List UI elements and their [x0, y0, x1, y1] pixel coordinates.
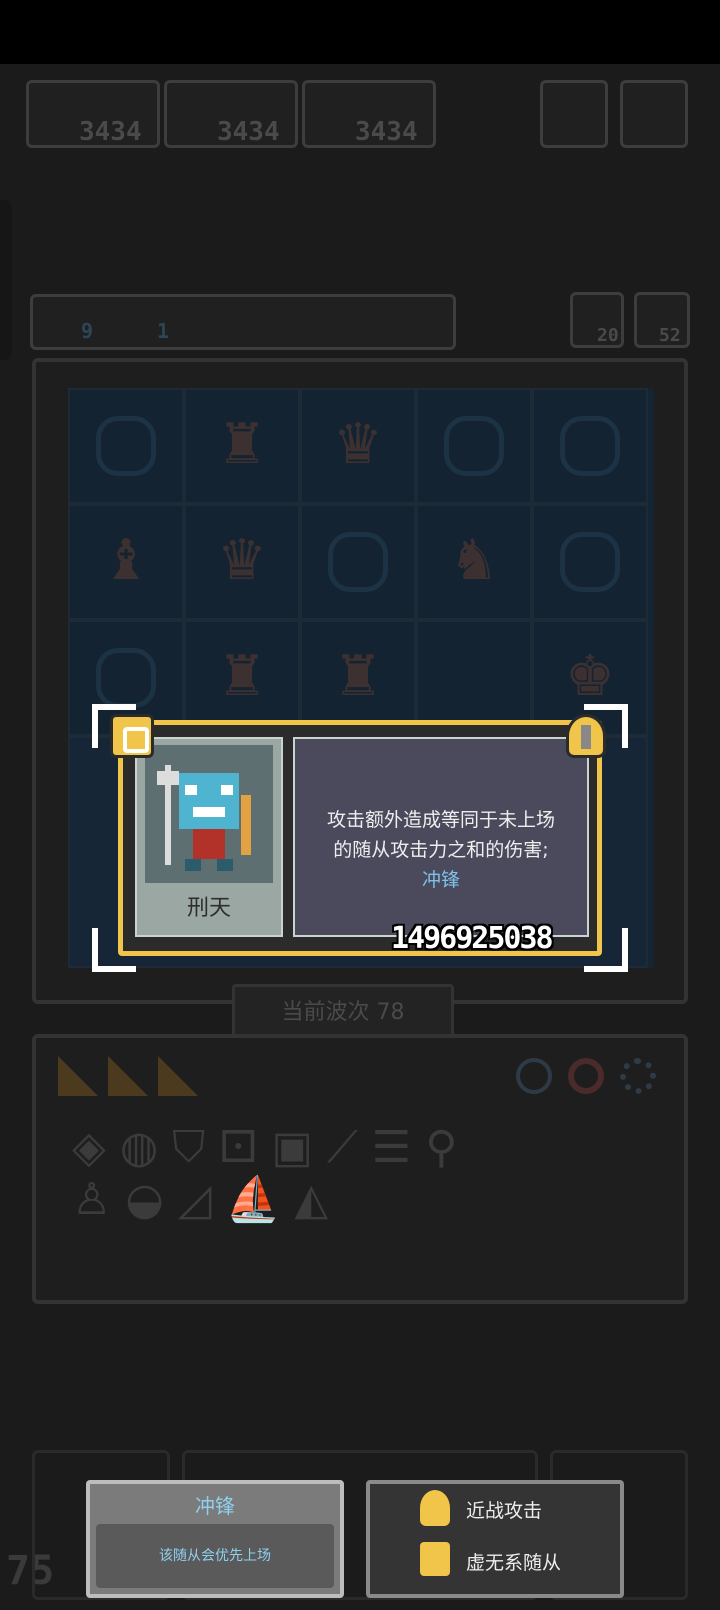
item-icon[interactable]: ◈ ◍ ⛉ ⚀ ▣ ⟋ ☰ ⚲ [72, 1122, 457, 1173]
refresh-count: 20 [597, 325, 619, 346]
board-cell[interactable] [416, 620, 532, 736]
keyword-description: 该随从会优先上场 [159, 1548, 271, 1564]
resource-count-2: 1 [157, 319, 170, 343]
unit-description: 攻击额外造成等同于未上场 的随从攻击力之和的伤害; 冲锋 [299, 805, 583, 895]
unit-portrait-frame: 刑天 [135, 737, 283, 937]
melee-attack-label: 近战攻击 [466, 1500, 543, 1522]
wave-label: 当前波次 78 [281, 1000, 405, 1025]
empty-slot-icon [96, 416, 156, 476]
item-row: ◈ ◍ ⛉ ⚀ ▣ ⟋ ☰ ⚲ ♙ ◒ ◿ ⛵ ◭ [72, 1122, 662, 1282]
void-icon [420, 1542, 450, 1576]
ticket-icon[interactable] [158, 1056, 198, 1096]
board-cell[interactable] [532, 504, 648, 620]
description-line-1: 攻击额外造成等同于未上场 [326, 809, 555, 831]
board-cell[interactable]: ♛ [300, 388, 416, 504]
board-cell[interactable] [532, 388, 648, 504]
gear-icon[interactable] [620, 1058, 656, 1094]
unit-power-3: 3434 [355, 117, 418, 147]
keyword-desc-box: 该随从会优先上场 [96, 1524, 334, 1588]
tag-tooltip: 近战攻击 虚无系随从 [366, 1480, 624, 1598]
board-cell[interactable] [68, 388, 184, 504]
void-minion-label: 虚无系随从 [466, 1552, 562, 1574]
ticket-icon[interactable] [58, 1056, 98, 1096]
empty-slot-icon [560, 416, 620, 476]
ticket-icon[interactable] [108, 1056, 148, 1096]
empty-slot-icon [444, 416, 504, 476]
unit-power-value: 1496925038 [391, 921, 554, 956]
empty-slot-icon [328, 532, 388, 592]
keyword-title: 冲锋 [195, 1494, 235, 1518]
board-cell[interactable]: ♛ [184, 504, 300, 620]
description-keyword[interactable]: 冲锋 [422, 869, 460, 891]
help-button[interactable] [540, 80, 608, 148]
board-cell[interactable]: ♞ [416, 504, 532, 620]
unit-portrait [145, 745, 273, 883]
melee-icon [420, 1490, 450, 1526]
item-icon[interactable]: ♙ ◒ ◿ ⛵ ◭ [72, 1174, 328, 1225]
unit-slot-3[interactable]: 3434 [302, 80, 436, 148]
upgrade-button[interactable]: 52 [634, 292, 690, 348]
unit-description-panel: 攻击额外造成等同于未上场 的随从攻击力之和的伤害; 冲锋 [293, 737, 589, 937]
unit-info-card: 刑天 攻击额外造成等同于未上场 的随从攻击力之和的伤害; 冲锋 14969250… [118, 720, 602, 956]
unit-name: 刑天 [186, 896, 231, 921]
empty-slot-icon [560, 532, 620, 592]
unit-power-1: 3434 [79, 117, 142, 147]
upgrade-count: 52 [659, 325, 681, 346]
settings-button[interactable] [620, 80, 688, 148]
melee-type-icon [566, 714, 606, 758]
unit-power-2: 3434 [217, 117, 280, 147]
board-cell[interactable] [300, 504, 416, 620]
keyword-tooltip: 冲锋 该随从会优先上场 [86, 1480, 344, 1598]
description-line-2: 的随从攻击力之和的伤害; [333, 839, 549, 861]
inventory-panel: ◈ ◍ ⛉ ⚀ ▣ ⟋ ☰ ⚲ ♙ ◒ ◿ ⛵ ◭ [32, 1034, 688, 1304]
board-cell[interactable]: ♜ [184, 388, 300, 504]
unit-slot-2[interactable]: 3434 [164, 80, 298, 148]
unit-slot-1[interactable]: 3434 [26, 80, 160, 148]
board-cell[interactable]: ♜ [300, 620, 416, 736]
lifebuoy-icon[interactable] [568, 1058, 604, 1094]
status-bar [0, 0, 720, 64]
board-cell[interactable]: ♜ [184, 620, 300, 736]
filter-icon[interactable] [516, 1058, 552, 1094]
board-cell[interactable]: ♝ [68, 504, 184, 620]
left-edge-tab[interactable] [0, 200, 12, 360]
empty-slot-icon [96, 648, 156, 708]
resource-count-1: 9 [81, 319, 94, 343]
shop-refresh-button[interactable]: 20 [570, 292, 624, 348]
board-cell[interactable] [416, 388, 532, 504]
resource-bar: 9 1 [30, 294, 456, 350]
void-type-icon [110, 714, 154, 758]
